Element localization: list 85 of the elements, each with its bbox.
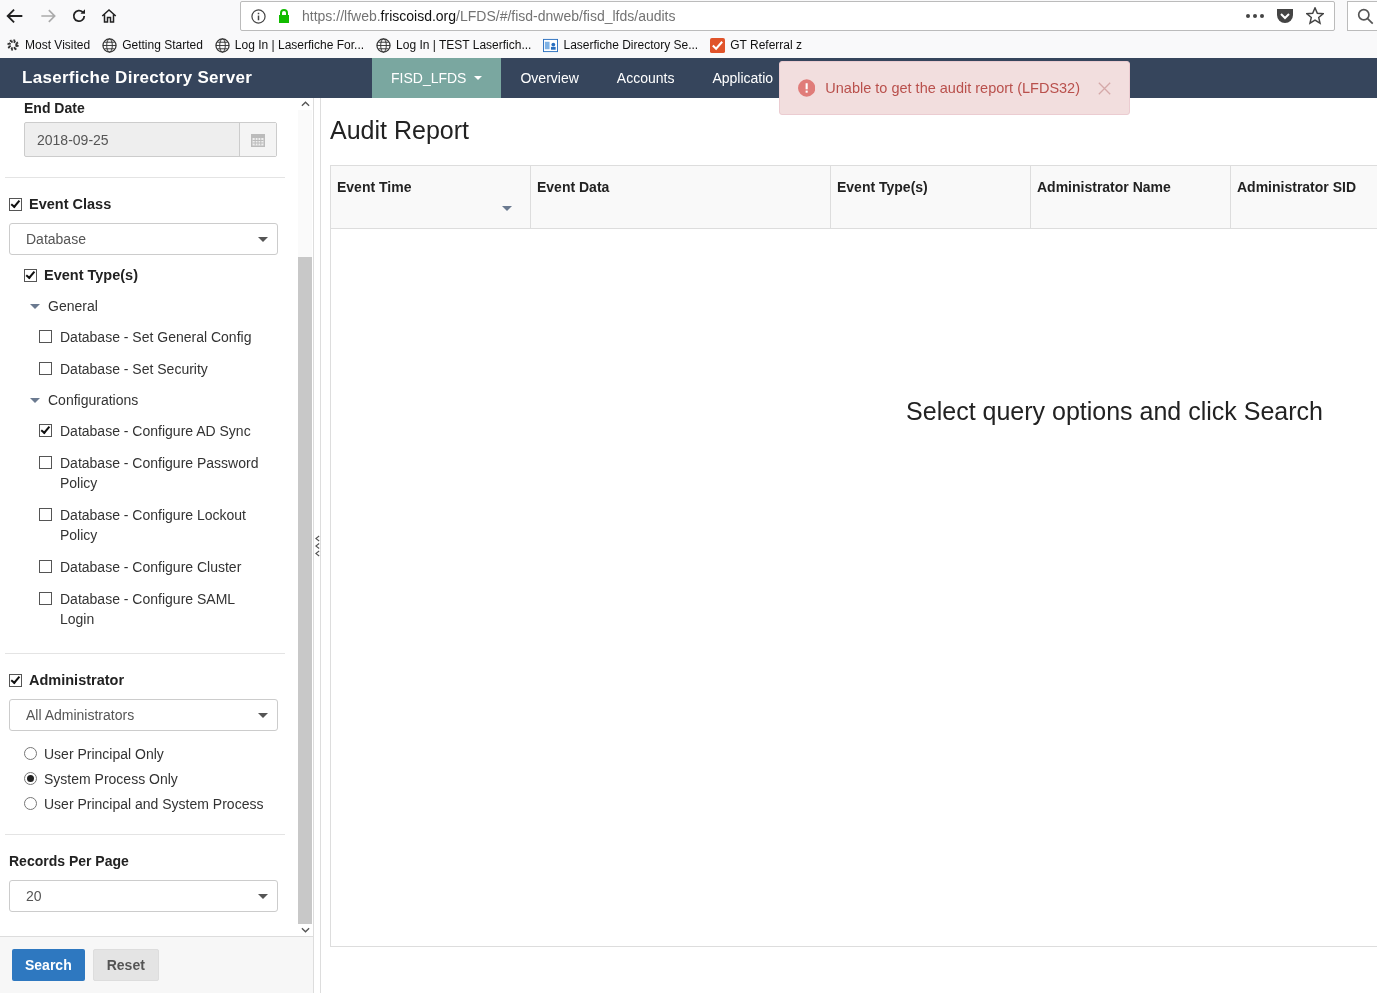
scroll-up-icon[interactable] <box>300 101 310 107</box>
gear-icon <box>6 38 20 52</box>
radio-button[interactable] <box>24 747 37 760</box>
event-type-label[interactable]: Database - Configure AD Sync <box>60 421 270 441</box>
expand-triangle-icon[interactable] <box>30 397 40 403</box>
event-type-label[interactable]: Database - Set General Config <box>60 327 270 347</box>
checkbox-label[interactable]: Event Class <box>9 196 285 212</box>
event-type-label[interactable]: Database - Configure Password Policy <box>60 453 270 493</box>
reload-icon[interactable] <box>70 7 88 25</box>
bookmark-item[interactable]: Most Visited <box>6 38 91 52</box>
nav-tab[interactable]: Accounts <box>597 58 694 98</box>
checkbox[interactable] <box>39 330 52 343</box>
sort-caret-icon[interactable] <box>502 206 512 211</box>
page-title: Audit Report <box>330 116 470 145</box>
action-button[interactable]: Reset <box>92 949 159 981</box>
checkbox[interactable] <box>9 673 22 687</box>
nav-tab[interactable]: Applicatio <box>693 58 774 98</box>
scrollbar-thumb[interactable] <box>298 256 312 924</box>
nav-tab[interactable]: Overview <box>501 58 598 98</box>
event-type-label[interactable]: Database - Configure Lockout Policy <box>60 505 270 545</box>
alert-message: Unable to get the audit report (LFDS32) <box>825 80 1080 96</box>
checkbox[interactable] <box>39 592 52 605</box>
caret-icon <box>258 712 268 718</box>
checkbox-label[interactable]: Administrator <box>9 672 285 688</box>
pocket-icon[interactable] <box>1276 8 1294 24</box>
expand-triangle-icon[interactable] <box>30 303 40 309</box>
checkbox[interactable] <box>39 362 52 375</box>
empty-state-message: Select query options and click Search <box>906 397 1323 426</box>
event-type-label[interactable]: Database - Set Security <box>60 359 270 379</box>
section-label: Administrator <box>29 672 125 688</box>
search-icon <box>1356 7 1374 25</box>
administrator-dropdown[interactable]: All Administrators <box>9 699 278 731</box>
radio-label[interactable]: User Principal and System Process <box>44 795 264 812</box>
info-icon[interactable] <box>251 8 266 24</box>
bookmark-item[interactable]: Log In | Laserfiche For... <box>214 37 365 53</box>
section-label: Event Type(s) <box>44 267 138 283</box>
bookmark-item[interactable]: Getting Started <box>102 37 203 53</box>
group-label[interactable]: General <box>48 298 98 314</box>
more-icon[interactable] <box>1246 14 1264 18</box>
records-per-page-dropdown[interactable]: 20 <box>9 880 278 912</box>
radio-label[interactable]: System Process Only <box>44 770 178 787</box>
action-button[interactable]: Search <box>12 949 85 981</box>
bookmark-item[interactable]: GT Referral z <box>710 37 802 53</box>
radio-label[interactable]: User Principal Only <box>44 745 164 762</box>
field-label: Records Per Page <box>9 853 130 869</box>
url-text[interactable]: https://lfweb.friscoisd.org/LFDS/#/fisd-dnweb/fisd_lfds/audits <box>302 8 676 24</box>
column-header[interactable]: Administrator Name <box>1031 166 1231 228</box>
caret-icon <box>258 236 268 242</box>
column-header[interactable]: Event Type(s) <box>831 166 1031 228</box>
checkbox[interactable] <box>9 197 22 211</box>
checkbox[interactable] <box>39 456 52 469</box>
field-label: End Date <box>24 100 86 116</box>
caret-icon <box>258 893 268 899</box>
lock-icon <box>278 9 290 23</box>
directory-app-icon <box>543 37 559 53</box>
checkbox[interactable] <box>39 560 52 573</box>
column-header[interactable]: Event Data <box>531 166 831 228</box>
collapse-chevrons-icon[interactable] <box>314 533 320 558</box>
group-label[interactable]: Configurations <box>48 392 139 408</box>
globe-icon <box>376 37 392 53</box>
radio-button[interactable] <box>24 797 37 810</box>
event-type-label[interactable]: Database - Configure Cluster <box>60 557 270 577</box>
column-header[interactable]: Administrator SID <box>1231 166 1377 228</box>
radio-button[interactable] <box>24 772 37 785</box>
section-label: Event Class <box>29 196 112 212</box>
event-class-dropdown[interactable]: Database <box>9 223 278 255</box>
checkbox[interactable] <box>39 424 52 437</box>
app-title: Laserfiche Directory Server <box>21 67 254 89</box>
date-field[interactable]: 2018-09-25 <box>24 122 277 157</box>
column-header[interactable]: Event Time <box>331 166 531 228</box>
checkbox[interactable] <box>39 508 52 521</box>
exclamation-icon <box>798 78 816 98</box>
globe-icon <box>214 37 230 53</box>
bookmark-item[interactable]: Log In | TEST Laserfich... <box>376 37 532 53</box>
scroll-down-icon[interactable] <box>300 927 310 933</box>
search-button[interactable] <box>1347 1 1377 31</box>
star-icon[interactable] <box>1306 7 1324 25</box>
checkbox-label[interactable]: Event Type(s) <box>24 267 285 283</box>
address-bar[interactable]: https://lfweb.friscoisd.org/LFDS/#/fisd-dnweb/fisd_lfds/audits <box>240 1 1335 31</box>
checkmark-icon <box>710 37 726 53</box>
home-icon[interactable] <box>100 7 118 25</box>
checkbox[interactable] <box>24 268 37 282</box>
event-type-label[interactable]: Database - Configure SAML Login <box>60 589 270 629</box>
bookmark-item[interactable]: Laserfiche Directory Se... <box>543 37 699 53</box>
globe-icon <box>102 37 118 53</box>
